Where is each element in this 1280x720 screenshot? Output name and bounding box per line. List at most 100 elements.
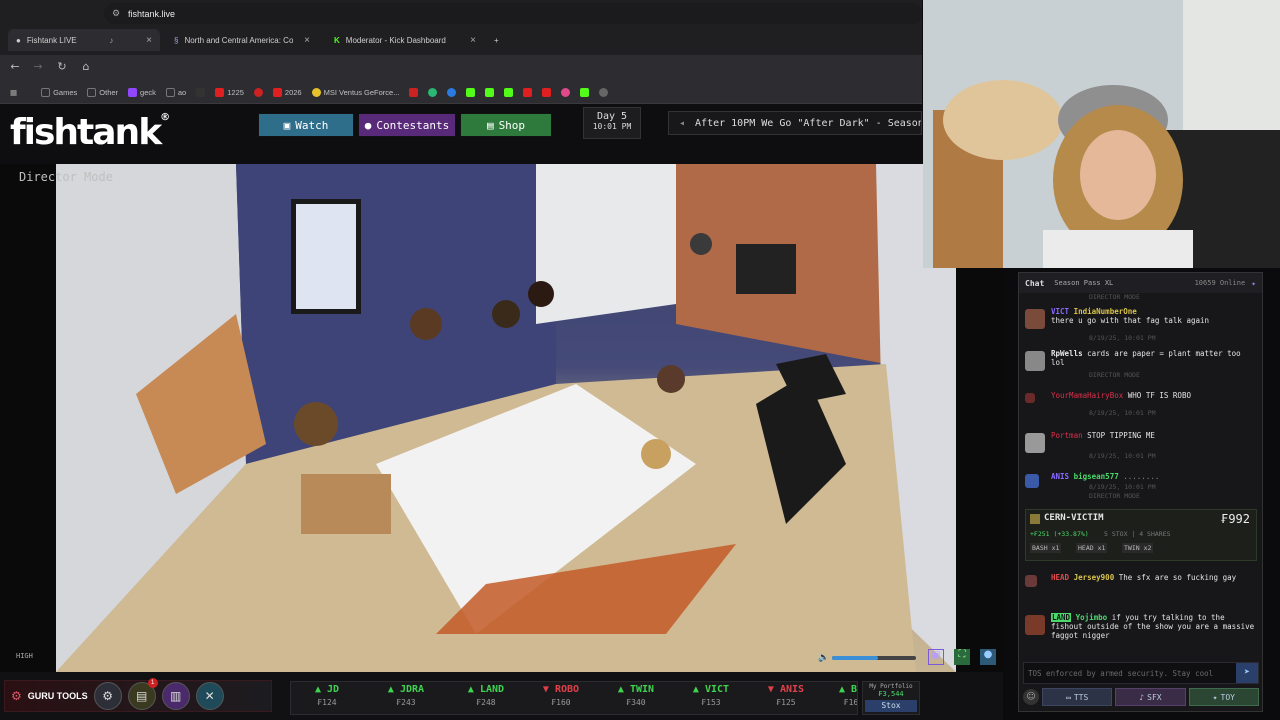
ticker-item[interactable]: ▲ BA ₣16 xyxy=(826,684,858,707)
shop-button[interactable]: ▤ Shop xyxy=(460,113,552,137)
prev-arrow-icon[interactable]: ◂ xyxy=(669,118,695,129)
volume-icon[interactable]: 🔈 xyxy=(818,653,829,663)
message-user[interactable]: RpWells xyxy=(1051,349,1083,358)
tab-north-america[interactable]: § North and Central America: Co × xyxy=(166,29,318,51)
kick-icon[interactable] xyxy=(504,88,514,97)
trash-icon[interactable]: ▥ xyxy=(161,682,190,710)
reload-icon[interactable]: ↻ xyxy=(55,60,69,73)
chat-input-placeholder: TOS enforced by armed security. Stay coo… xyxy=(1028,668,1214,678)
new-tab-button[interactable]: + xyxy=(486,29,506,51)
site-info-icon[interactable]: ⚙ xyxy=(112,8,120,19)
ticker-item[interactable]: ▲ JDRA ₣243 xyxy=(371,684,441,707)
ticker-item[interactable]: ▲ LAND ₣248 xyxy=(451,684,521,707)
ticker-name: ROBO xyxy=(554,684,580,695)
gmail-icon[interactable] xyxy=(409,88,419,97)
meta-icon[interactable] xyxy=(447,88,457,97)
ticker-item[interactable]: ▼ ANIS ₣125 xyxy=(751,684,821,707)
message-user[interactable]: IndiaNumberOne xyxy=(1074,307,1137,316)
toolbox-icon[interactable]: ▤ 1 xyxy=(127,678,158,710)
fishtank-logo[interactable]: fishtank® xyxy=(10,112,170,153)
tab-kick-dashboard[interactable]: K Moderator - Kick Dashboard × xyxy=(326,29,484,51)
online-count: 10659 Online xyxy=(1194,279,1246,287)
close-icon[interactable]: × xyxy=(304,35,310,46)
youtube-icon[interactable] xyxy=(523,88,533,97)
youtube-icon[interactable] xyxy=(542,88,552,97)
forward-icon[interactable]: → xyxy=(31,60,45,73)
theater-mode-icon[interactable]: ▣ xyxy=(928,649,944,665)
message-user[interactable]: Yojimbo xyxy=(1076,613,1108,622)
ticker-item[interactable]: ▼ ROBO ₣160 xyxy=(526,684,596,707)
url-input[interactable]: ⚙ fishtank.live xyxy=(104,3,922,24)
contestants-button[interactable]: ● Contestants xyxy=(358,113,456,137)
guru-tools[interactable]: ⚙ GURU TOOLS ⚙ ▤ 1 ▥ ✕ xyxy=(4,678,272,712)
stox-ticker[interactable]: ▲ JD ₣124 ▲ JDRA ₣243 ▲ LAND ₣248 ▼ ROBO ₣16… xyxy=(290,681,858,715)
camera-icon[interactable]: ● xyxy=(980,649,996,665)
kick-icon[interactable] xyxy=(485,88,495,97)
avatar[interactable] xyxy=(1025,575,1037,587)
toy-label: TOY xyxy=(1220,692,1235,702)
fullscreen-icon[interactable]: ⛶ xyxy=(954,649,970,665)
chat-message: VICT IndiaNumberOne there u go with that… xyxy=(1025,307,1257,329)
bookmark-ao[interactable]: ao xyxy=(165,88,186,97)
emoji-icon[interactable]: ☺ xyxy=(1023,689,1039,705)
video-player[interactable]: HIGH 🔈 ▣ ⛶ ● xyxy=(0,164,1003,672)
bookmark-1225[interactable]: 1225 xyxy=(215,88,244,97)
avatar[interactable] xyxy=(1025,393,1035,403)
stox-card[interactable]: CERN-VICTIM ₣992 +₣251 (+33.87%) 5 STOX … xyxy=(1025,509,1257,561)
settings-icon[interactable]: ⚙ xyxy=(11,689,22,703)
avatar[interactable] xyxy=(1025,433,1045,453)
ticker-name: TWIN xyxy=(629,684,655,695)
sfx-button[interactable]: ♪ SFX xyxy=(1115,688,1186,706)
home-icon[interactable]: ⌂ xyxy=(79,60,93,73)
quality-badge[interactable]: HIGH xyxy=(16,652,33,660)
apps-icon[interactable]: ▦ xyxy=(10,88,17,97)
speaker-icon[interactable]: ♪ xyxy=(109,36,113,45)
shop-label: Shop xyxy=(498,118,526,132)
gear-icon[interactable]: ⚙ xyxy=(93,682,122,710)
avatar[interactable] xyxy=(1025,351,1045,371)
kick-icon[interactable] xyxy=(466,88,476,97)
ticker-item[interactable]: ▲ VICT ₣153 xyxy=(676,684,746,707)
bookmark-geck[interactable]: geck xyxy=(128,88,156,97)
bookmark-unknown[interactable] xyxy=(196,88,206,97)
github-icon[interactable] xyxy=(599,88,609,97)
ticker-item[interactable]: ▲ TWIN ₣340 xyxy=(601,684,671,707)
close-icon[interactable]: × xyxy=(146,35,152,46)
back-icon[interactable]: ← xyxy=(8,60,22,73)
message-user[interactable]: Jersey900 xyxy=(1074,573,1115,582)
avatar[interactable] xyxy=(1025,615,1045,635)
close-icon[interactable]: × xyxy=(470,35,476,46)
ticker-price: ₣16 xyxy=(843,698,858,707)
watch-button[interactable]: ▣ Watch xyxy=(258,113,354,137)
holding-chip: HEAD x1 xyxy=(1076,543,1108,553)
ticker-price: ₣243 xyxy=(396,698,416,707)
avatar[interactable] xyxy=(1025,474,1039,488)
bookmark-other[interactable]: Other xyxy=(87,88,118,97)
settings-icon[interactable]: ✦ xyxy=(1251,279,1256,288)
send-icon[interactable]: ➤ xyxy=(1236,663,1258,683)
message-user[interactable]: Portman xyxy=(1051,431,1083,440)
bookmark-red[interactable] xyxy=(253,88,263,97)
director-mode-marker: DIRECTOR MODE xyxy=(1089,492,1140,500)
spotify-icon[interactable] xyxy=(428,88,438,97)
bookmark-games[interactable]: Games xyxy=(41,88,77,97)
toy-button[interactable]: ✦ TOY xyxy=(1188,688,1259,706)
portfolio-widget[interactable]: My Portfolio ₣3,544 Stox xyxy=(862,681,920,715)
message-user[interactable]: YourMamaHairyBox xyxy=(1051,391,1123,400)
chat-input[interactable]: TOS enforced by armed security. Stay coo… xyxy=(1023,662,1259,684)
avatar[interactable] xyxy=(1025,309,1045,329)
holding-chip: BASH x1 xyxy=(1030,543,1062,553)
tts-button[interactable]: ▭ TTS xyxy=(1042,688,1113,706)
ticker-item[interactable]: ▲ JD ₣124 xyxy=(297,684,357,707)
volume-slider[interactable] xyxy=(832,656,916,660)
stox-price: ₣992 xyxy=(1221,512,1250,526)
tab-fishtank[interactable]: ● Fishtank LIVE ♪ × xyxy=(8,29,160,51)
kick-icon[interactable] xyxy=(580,88,590,97)
stox-button[interactable]: Stox xyxy=(865,700,917,712)
up-arrow-icon: ▲ xyxy=(838,684,845,695)
bookmark-2026[interactable]: 2026 xyxy=(272,88,302,97)
message-user[interactable]: bigsean577 xyxy=(1074,472,1119,481)
puzzle-icon[interactable] xyxy=(561,88,571,97)
tools-icon[interactable]: ✕ xyxy=(195,682,224,710)
bookmark-msi[interactable]: MSI Ventus GeForce... xyxy=(311,88,399,97)
